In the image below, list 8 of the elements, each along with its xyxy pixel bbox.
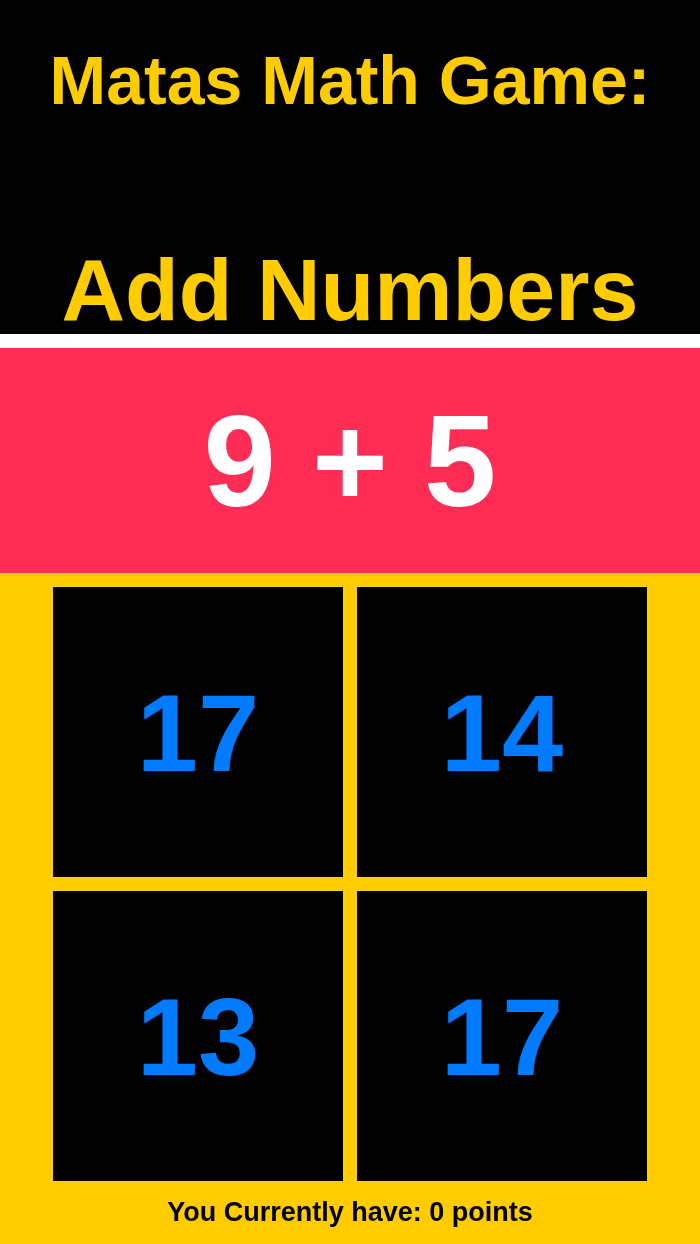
answer-button[interactable]: 14 (357, 587, 647, 877)
answer-button[interactable]: 17 (53, 587, 343, 877)
game-title: Matas Math Game: (49, 41, 651, 120)
question-text: 9 + 5 (203, 386, 497, 536)
answer-button[interactable]: 13 (53, 891, 343, 1181)
score-text: You Currently have: 0 points (166, 1197, 534, 1228)
answer-button[interactable]: 17 (357, 891, 647, 1181)
game-mode-title: Add Numbers (61, 240, 639, 340)
